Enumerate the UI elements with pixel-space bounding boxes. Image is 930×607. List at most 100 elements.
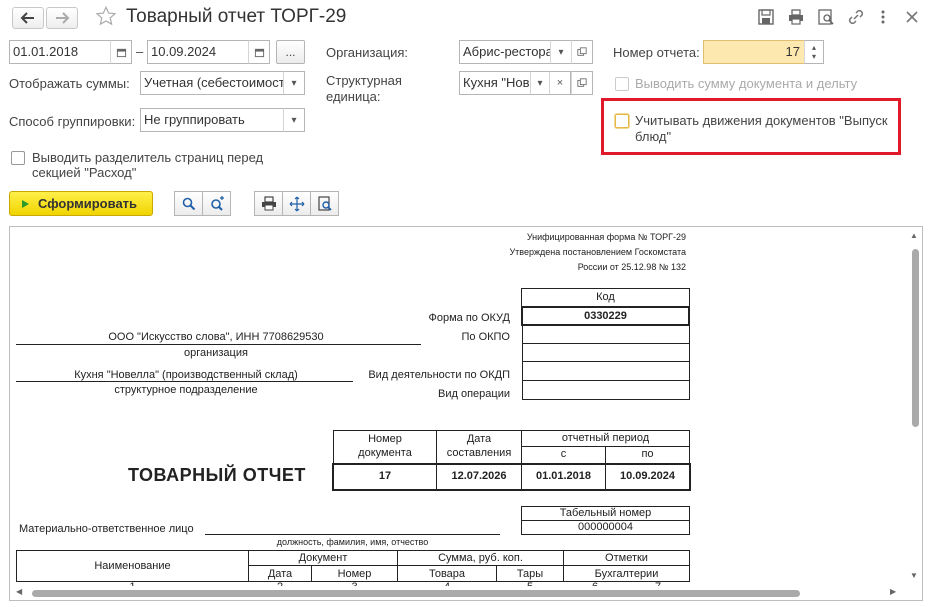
unit-underline [16,381,353,382]
report-number-label: Номер отчета: [613,45,700,60]
vertical-scroll-thumb[interactable] [912,249,919,427]
organization-open-button[interactable] [571,40,593,64]
org-underline [16,344,421,345]
grouping-label: Способ группировки: [9,114,136,129]
arrow-right-icon [56,12,70,24]
docdate-header-2: составления [446,447,512,459]
search-settings-icon [210,195,224,211]
organization-dropdown[interactable]: ▾ [550,40,572,64]
okdp-cell [522,361,690,381]
window-title: Товарный отчет ТОРГ-29 [126,6,347,27]
horizontal-scroll-thumb[interactable] [32,590,800,597]
dropdown-icon: ▾ [291,114,297,126]
tabnum-value: 000000004 [577,521,634,533]
print-preview-icon [317,195,332,211]
page-separator-label: Выводить разделитель страниц перед секци… [32,150,264,180]
organization-label: Организация: [326,45,409,60]
output-sum-delta-checkbox[interactable] [615,77,629,91]
period-to-header: по [641,448,654,460]
back-button[interactable] [12,7,44,29]
open-icon [577,47,587,56]
forward-button[interactable] [46,7,78,29]
period-from-value: 01.01.2018 [535,470,592,482]
stepper-down-icon[interactable]: ▾ [812,52,816,61]
generate-button-label: Сформировать [38,196,138,211]
col-document: Документ [298,552,348,564]
period-header: отчетный период [561,432,650,444]
col-date: Дата [267,568,293,580]
approved-text: Утверждена постановлением Госкомстата [509,247,686,257]
close-icon[interactable] [903,8,921,26]
preview-icon[interactable] [817,8,835,26]
struct-unit-clear-button[interactable]: × [549,71,571,95]
save-icon[interactable] [757,8,775,26]
highlight-frame [601,98,901,155]
struct-unit-open-button[interactable] [571,71,593,95]
print-report-button[interactable] [254,191,283,216]
period-select-button[interactable]: ... [276,40,305,64]
unit-caption: структурное подразделение [114,384,258,396]
display-sums-select[interactable]: Учетная (себестоимост [140,71,284,95]
calendar-to-button[interactable] [248,40,270,64]
blank-cell-1 [522,343,690,362]
play-icon [22,199,29,208]
grouping-dropdown[interactable]: ▾ [283,108,305,132]
search-settings-button[interactable] [202,191,231,216]
mol-underline [205,534,500,535]
search-button[interactable] [174,191,203,216]
date-separator: – [136,44,144,59]
unit-name: Кухня "Новелла" (производственный склад) [74,369,298,381]
struct-unit-dropdown[interactable]: ▾ [530,71,550,95]
stepper-up-icon[interactable]: ▴ [812,43,816,52]
calendar-icon [254,48,264,57]
doc-date-value: 12.07.2026 [451,470,507,482]
print-preview-button[interactable] [310,191,339,216]
struct-unit-label-2: единица: [326,89,381,104]
star-icon[interactable] [95,5,117,27]
calendar-from-button[interactable] [110,40,132,64]
output-sum-delta-label: Выводить сумму документа и дельту [635,76,858,91]
mol-caption: должность, фамилия, имя, отчество [276,537,429,547]
vertical-scrollbar[interactable]: ▲ ▼ [910,227,920,585]
col-marks: Отметки [605,552,648,564]
doc-num-value: 17 [378,470,392,482]
dropdown-icon: ▾ [291,77,297,89]
date-from-field[interactable]: 01.01.2018 [9,40,111,64]
search-icon [182,197,195,210]
scroll-right-icon[interactable]: ▶ [890,587,896,596]
report-number-field[interactable]: 17 [703,40,805,64]
okdp-label: Вид деятельности по ОКДП [368,369,510,381]
date-to-field[interactable]: 10.09.2024 [147,40,249,64]
generate-button[interactable]: Сформировать [9,191,153,216]
horizontal-scrollbar[interactable]: ◀ ▶ [10,586,922,600]
col-name: Наименование [94,560,171,572]
report-title: ТОВАРНЫЙ ОТЧЕТ [128,465,306,485]
print-toolbar [254,191,339,216]
move-button[interactable] [282,191,311,216]
code-header: Код [596,291,615,303]
dropdown-icon: ▾ [558,46,564,58]
mol-label: Материально-ответственное лицо [19,523,194,535]
organization-select[interactable]: Абрис-рестора [459,40,551,64]
okud-value: 0330229 [584,310,627,322]
arrow-left-icon [20,12,34,24]
docnum-header-1: Номер [368,433,402,445]
scroll-down-icon[interactable]: ▼ [910,571,918,580]
period-from-header: с [560,448,567,460]
report-document[interactable]: Унифицированная форма № ТОРГ-29 Утвержде… [9,226,923,601]
okpo-cell [522,325,690,344]
report-number-stepper[interactable]: ▴ ▾ [804,40,824,64]
period-to-value: 10.09.2024 [619,470,676,482]
page-separator-checkbox[interactable] [11,151,25,165]
struct-unit-select[interactable]: Кухня "Нов [459,71,531,95]
print-report-icon [261,195,276,210]
grouping-select[interactable]: Не группировать [140,108,284,132]
clear-icon: × [556,77,564,89]
scroll-left-icon[interactable]: ◀ [16,587,22,596]
more-vert-icon[interactable] [874,8,892,26]
col-goods: Товара [428,568,466,580]
scroll-up-icon[interactable]: ▲ [910,231,918,240]
print-icon[interactable] [787,8,805,26]
display-sums-dropdown[interactable]: ▾ [283,71,305,95]
link-icon[interactable] [847,8,865,26]
